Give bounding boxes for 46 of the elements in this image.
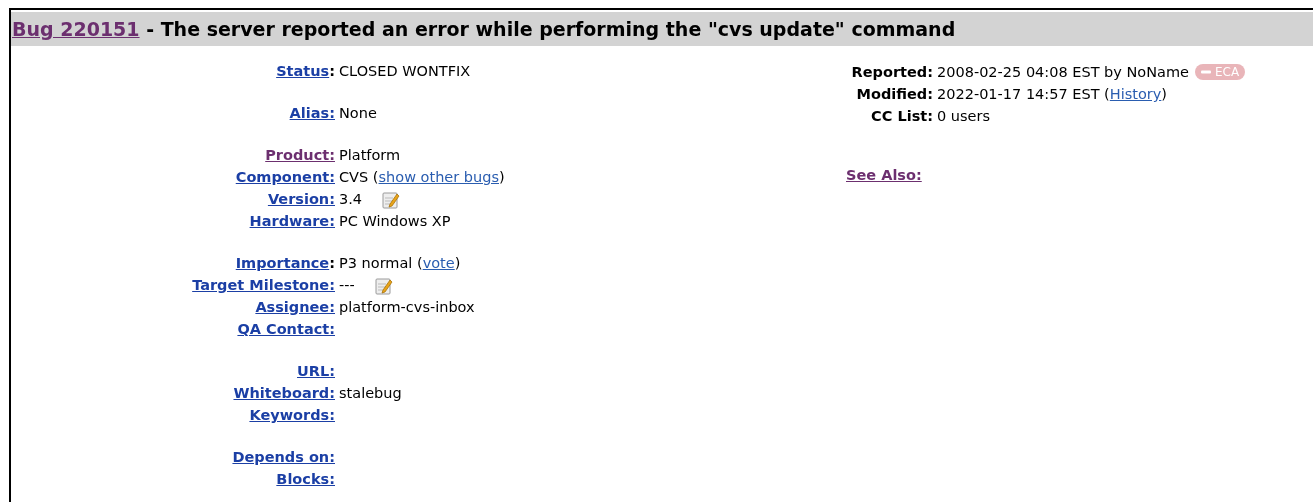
field-value: 2008-02-25 04:08 EST by NoName	[937, 63, 1189, 82]
field-value: 2022-01-17 14:57 EST (	[937, 85, 1110, 104]
field-value: platform-cvs-inbox	[339, 299, 475, 315]
field-value: 3.4	[339, 191, 363, 207]
field-label[interactable]: Depends on:	[232, 449, 335, 465]
link[interactable]: show other bugs	[378, 169, 499, 185]
bug-title: - The server reported an error while performing the "cvs update" command	[145, 18, 956, 40]
field-value: 0 users	[937, 107, 990, 126]
field-label[interactable]: Status	[276, 63, 330, 79]
field-value: P3 normal (	[339, 255, 423, 271]
field-value: )	[499, 169, 505, 185]
field-value: Platform	[339, 147, 401, 163]
field-label[interactable]: Whiteboard:	[233, 385, 335, 401]
minus-icon	[1201, 70, 1211, 74]
field-value: stalebug	[339, 385, 402, 401]
field-value: PC Windows XP	[339, 213, 451, 229]
link[interactable]: History	[1109, 83, 1162, 105]
field-value: None	[339, 105, 377, 121]
field-label[interactable]: Target Milestone:	[192, 277, 335, 293]
side-label: Reported:	[850, 63, 933, 82]
field-label[interactable]: Assignee:	[255, 299, 335, 315]
link[interactable]: vote	[422, 255, 455, 271]
eca-badge: ECA	[1195, 64, 1246, 80]
field-label[interactable]: Product:	[265, 147, 335, 163]
field-value: ---	[339, 277, 355, 293]
label-colon: :	[329, 255, 335, 271]
edit-icon[interactable]	[382, 191, 401, 209]
field-value: )	[454, 255, 461, 271]
label-colon: :	[329, 63, 335, 79]
field-value: CVS (	[339, 169, 379, 185]
field-label[interactable]: Importance	[235, 255, 330, 271]
field-label[interactable]: QA Contact:	[237, 321, 335, 337]
field-label[interactable]: Keywords:	[249, 407, 335, 423]
field-label[interactable]: Hardware:	[249, 213, 335, 229]
edit-icon[interactable]	[374, 277, 393, 295]
bug-link[interactable]: Bug 220151	[12, 18, 140, 40]
field-label[interactable]: Version:	[267, 191, 335, 207]
side-label: Modified:	[855, 85, 933, 104]
field-label[interactable]: Component:	[235, 169, 335, 185]
see-also-label[interactable]: See Also:	[846, 167, 922, 183]
field-label[interactable]: URL:	[297, 363, 335, 379]
field-value: CLOSED WONTFIX	[339, 63, 471, 79]
side-label: CC List:	[870, 107, 933, 126]
field-label[interactable]: Alias:	[289, 105, 335, 121]
field-value: )	[1161, 85, 1168, 104]
field-label[interactable]: Blocks:	[276, 471, 335, 487]
